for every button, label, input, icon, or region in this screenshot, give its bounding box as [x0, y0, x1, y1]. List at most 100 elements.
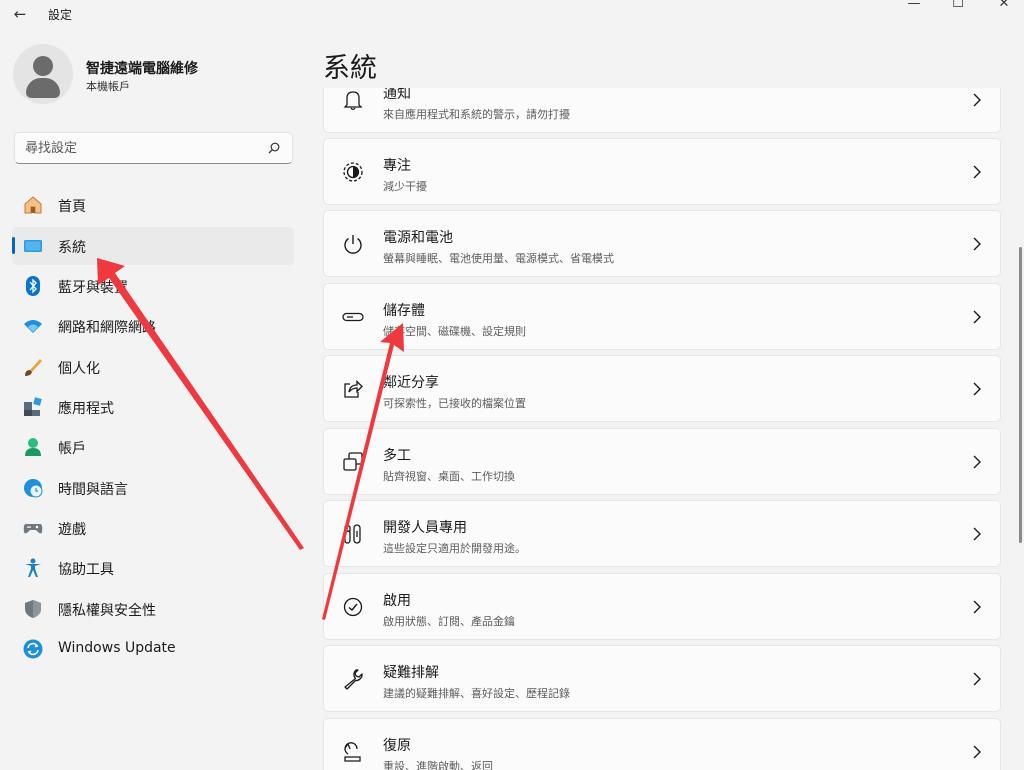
card-title: 通知 [383, 88, 411, 102]
chevron-right-icon [973, 93, 981, 107]
close-button[interactable]: ✕ [982, 0, 1024, 12]
card-focus[interactable]: 專注 減少干擾 [323, 138, 1001, 205]
wifi-icon [24, 320, 42, 333]
bell-icon [343, 91, 363, 111]
account-icon [25, 438, 41, 456]
active-indicator [12, 237, 15, 254]
storage-icon [342, 312, 364, 322]
power-icon [344, 235, 362, 254]
card-title: 電源和電池 [383, 230, 453, 246]
card-subtitle: 可探索性，已接收的檔案位置 [383, 397, 526, 410]
card-title: 疑難排解 [383, 665, 439, 681]
card-for-developers[interactable]: 開發人員專用 這些設定只適用於開發用途。 [323, 500, 1001, 567]
accessibility-icon [25, 558, 41, 577]
focus-icon [343, 162, 363, 182]
avatar-body [26, 78, 60, 98]
gamepad-icon [23, 524, 43, 534]
sidebar-item-label: 協助工具 [58, 562, 114, 578]
user-name: 智捷遠端電腦維修 [86, 61, 198, 77]
sidebar-item-apps[interactable]: 應用程式 [12, 388, 294, 426]
maximize-icon: ☐ [952, 0, 964, 11]
card-nearby-sharing[interactable]: 鄰近分享 可探索性，已接收的檔案位置 [323, 355, 1001, 422]
sidebar-item-label: 藍牙與裝置 [58, 280, 128, 296]
app-title: 設定 [48, 8, 73, 22]
card-title: 開發人員專用 [383, 520, 467, 536]
search-box[interactable] [14, 132, 293, 164]
sidebar-item-label: 首頁 [58, 199, 86, 215]
brush-icon [25, 359, 42, 376]
chevron-right-icon [973, 237, 981, 251]
chevron-right-icon [973, 310, 981, 324]
sidebar-item-gaming[interactable]: 遊戲 [12, 509, 294, 547]
card-subtitle: 這些設定只適用於開發用途。 [383, 542, 526, 555]
sidebar-item-label: 個人化 [58, 361, 100, 377]
sidebar-item-label: 時間與語言 [58, 482, 128, 498]
card-notifications[interactable]: 通知 來自應用程式和系統的警示，請勿打擾 [323, 88, 1001, 133]
wrench-icon [344, 669, 363, 690]
shield-icon [25, 600, 41, 618]
card-title: 儲存體 [383, 303, 425, 319]
sidebar-item-home[interactable]: 首頁 [12, 186, 294, 224]
avatar-head [33, 56, 53, 76]
card-title: 啟用 [383, 593, 411, 609]
close-icon: ✕ [998, 0, 1010, 11]
system-display-icon [24, 240, 42, 252]
card-title: 鄰近分享 [383, 375, 439, 391]
title-bar: ← 設定 — ☐ ✕ [0, 0, 1024, 28]
sidebar-item-label: Windows Update [58, 640, 176, 656]
sidebar-item-label: 帳戶 [58, 441, 86, 457]
card-recovery[interactable]: 復原 重設、進階啟動、返回 [323, 718, 1001, 770]
sidebar-item-label: 網路和網際網路 [58, 320, 156, 336]
card-title: 復原 [383, 738, 411, 754]
card-subtitle: 重設、進階啟動、返回 [383, 760, 493, 770]
card-subtitle: 啟用狀態、訂閱、產品金鑰 [383, 615, 515, 628]
card-troubleshoot[interactable]: 疑難排解 建議的疑難排解、喜好設定、歷程記錄 [323, 645, 1001, 712]
sidebar-item-time-language[interactable]: 時間與語言 [12, 469, 294, 507]
back-button[interactable]: ← [6, 2, 34, 26]
activation-icon [343, 597, 363, 617]
card-activation[interactable]: 啟用 啟用狀態、訂閱、產品金鑰 [323, 573, 1001, 640]
chevron-right-icon [973, 165, 981, 179]
minimize-button[interactable]: — [892, 0, 936, 12]
search-icon[interactable] [268, 142, 280, 154]
sidebar-item-label: 系統 [58, 240, 86, 256]
share-icon [344, 379, 363, 398]
sidebar-item-bluetooth[interactable]: 藍牙與裝置 [12, 267, 294, 305]
card-title: 多工 [383, 448, 411, 464]
sidebar-item-system[interactable]: 系統 [12, 227, 294, 265]
chevron-right-icon [973, 455, 981, 469]
sidebar-item-privacy[interactable]: 隱私權與安全性 [12, 590, 294, 628]
settings-list: 通知 來自應用程式和系統的警示，請勿打擾 專注 減少干擾 電源和電池 螢幕與睡眠… [323, 88, 1003, 770]
chevron-right-icon [973, 527, 981, 541]
minimize-icon: — [907, 0, 921, 11]
sidebar-item-accessibility[interactable]: 協助工具 [12, 549, 294, 587]
card-subtitle: 建議的疑難排解、喜好設定、歷程記錄 [383, 687, 570, 700]
developer-icon [344, 524, 361, 544]
chevron-right-icon [973, 600, 981, 614]
chevron-right-icon [973, 745, 981, 759]
card-multitasking[interactable]: 多工 貼齊視窗、桌面、工作切換 [323, 428, 1001, 495]
page-title: 系統 [323, 53, 377, 84]
windows-update-icon [23, 639, 43, 659]
account-type: 本機帳戶 [86, 80, 130, 93]
sidebar-item-accounts[interactable]: 帳戶 [12, 428, 294, 466]
sidebar-item-windows-update[interactable]: Windows Update [12, 630, 294, 668]
avatar[interactable] [13, 44, 73, 104]
card-power-battery[interactable]: 電源和電池 螢幕與睡眠、電池使用量、電源模式、省電模式 [323, 210, 1001, 277]
apps-icon [24, 397, 42, 416]
sidebar-item-personalization[interactable]: 個人化 [12, 348, 294, 386]
back-arrow-icon: ← [13, 5, 27, 23]
bluetooth-icon [26, 276, 40, 296]
card-storage[interactable]: 儲存體 儲存空間、磁碟機、設定規則 [323, 283, 1001, 350]
sidebar-item-network[interactable]: 網路和網際網路 [12, 307, 294, 345]
vertical-scrollbar-thumb[interactable] [1019, 247, 1022, 543]
sidebar-item-label: 隱私權與安全性 [58, 603, 156, 619]
card-subtitle: 貼齊視窗、桌面、工作切換 [383, 470, 515, 483]
sidebar-item-label: 遊戲 [58, 522, 86, 538]
chevron-right-icon [973, 672, 981, 686]
card-subtitle: 來自應用程式和系統的警示，請勿打擾 [383, 108, 570, 121]
home-icon [24, 196, 42, 214]
multitask-icon [343, 452, 363, 471]
search-input[interactable] [25, 139, 265, 157]
maximize-button[interactable]: ☐ [936, 0, 980, 12]
